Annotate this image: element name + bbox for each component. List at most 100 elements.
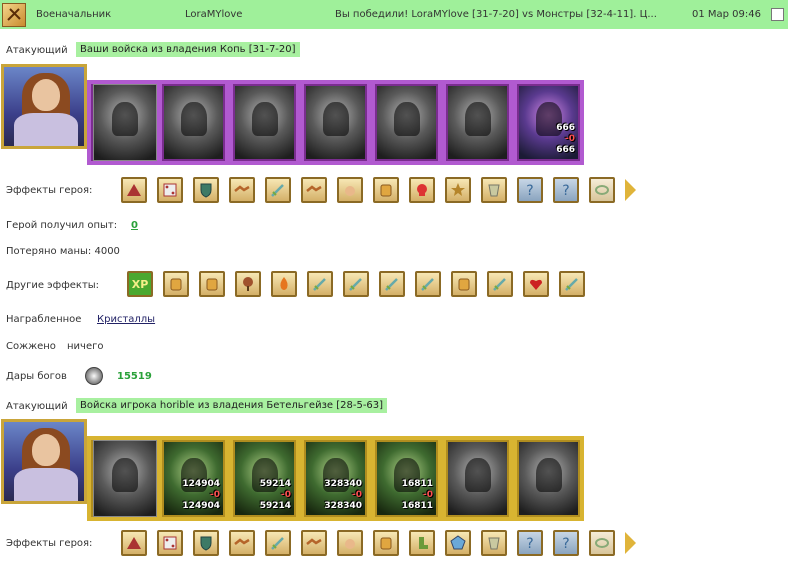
handshake-icon[interactable] xyxy=(301,177,327,203)
tent-icon[interactable] xyxy=(121,530,147,556)
sword-icon[interactable] xyxy=(307,271,333,297)
svg-text:?: ? xyxy=(526,183,533,199)
svg-text:?: ? xyxy=(562,183,569,199)
scroll-icon[interactable] xyxy=(373,530,399,556)
unit-losses: -0 xyxy=(423,490,433,500)
handshake-icon[interactable] xyxy=(301,530,327,556)
player-name[interactable]: LoraMYlove xyxy=(185,9,242,20)
gifts-label: Дары богов xyxy=(6,371,67,382)
sword-icon[interactable] xyxy=(487,271,513,297)
scroll-icon[interactable] xyxy=(373,177,399,203)
star-icon[interactable] xyxy=(445,177,471,203)
question-icon[interactable]: ? xyxy=(517,530,543,556)
armor-icon[interactable] xyxy=(481,530,507,556)
exp-value[interactable]: 0 xyxy=(131,220,138,231)
sword-icon[interactable] xyxy=(265,530,291,556)
hero-portrait[interactable] xyxy=(1,419,87,504)
other-effects-label: Другие эффекты: xyxy=(6,280,100,291)
handshake-icon[interactable] xyxy=(229,177,255,203)
hero-effects: ?? xyxy=(121,177,636,203)
loot-value[interactable]: Кристаллы xyxy=(97,314,155,325)
sword-icon[interactable] xyxy=(343,271,369,297)
scroll-icon[interactable] xyxy=(199,271,225,297)
unit-portrait xyxy=(377,86,436,159)
sword-icon[interactable] xyxy=(559,271,585,297)
unit-portrait: 124904 -0 124904 xyxy=(164,442,223,515)
shield-icon[interactable] xyxy=(193,530,219,556)
unit-slot[interactable] xyxy=(442,436,513,521)
scroll-right-icon[interactable] xyxy=(625,179,636,201)
unit-slot[interactable]: 124904 -0 124904 xyxy=(158,436,229,521)
burned-value: ничего xyxy=(67,341,104,352)
unit-losses: -0 xyxy=(565,134,575,144)
xp-icon[interactable]: XP xyxy=(127,271,153,297)
unit-slot[interactable] xyxy=(371,80,442,165)
question-icon[interactable]: ? xyxy=(553,530,579,556)
armor-icon[interactable] xyxy=(481,177,507,203)
unit-slot[interactable] xyxy=(93,440,157,517)
unit-slot[interactable]: 666 -0 666 xyxy=(513,80,584,165)
sword-icon[interactable] xyxy=(379,271,405,297)
unit-count-after: 16811 xyxy=(401,501,433,511)
unit-slot[interactable] xyxy=(229,80,300,165)
unit-portrait xyxy=(306,86,365,159)
unit-portrait xyxy=(448,86,507,159)
unit-portrait xyxy=(448,442,507,515)
dice-icon[interactable] xyxy=(157,177,183,203)
unit-portrait xyxy=(235,86,294,159)
hand-icon[interactable] xyxy=(337,530,363,556)
unit-portrait: 666 -0 666 xyxy=(519,86,578,159)
attacker-label: Атакующий xyxy=(6,45,68,56)
unit-slot[interactable]: 328340 -0 328340 xyxy=(300,436,371,521)
unit-count: 124904 -0 124904 xyxy=(182,479,220,512)
hero-portrait[interactable] xyxy=(1,64,87,149)
unit-portrait xyxy=(164,86,223,159)
unit-count-after: 328340 xyxy=(324,501,362,511)
scroll-icon[interactable] xyxy=(163,271,189,297)
unit-count-after: 59214 xyxy=(259,501,291,511)
unit-slot[interactable] xyxy=(158,80,229,165)
unit-portrait: 59214 -0 59214 xyxy=(235,442,294,515)
unit-slot[interactable]: 59214 -0 59214 xyxy=(229,436,300,521)
scroll-right-icon[interactable] xyxy=(625,532,636,554)
unit-slot[interactable] xyxy=(442,80,513,165)
tree-icon[interactable] xyxy=(235,271,261,297)
question-icon[interactable]: ? xyxy=(553,177,579,203)
unit-slot[interactable] xyxy=(300,80,371,165)
unit-slot[interactable]: 16811 -0 16811 xyxy=(371,436,442,521)
unit-count-before: 59214 xyxy=(259,479,291,489)
burned-label: Сожжено xyxy=(6,341,56,352)
unit-portrait: 328340 -0 328340 xyxy=(306,442,365,515)
select-checkbox[interactable] xyxy=(771,8,784,21)
unit-count-before: 328340 xyxy=(324,479,362,489)
sword-icon[interactable] xyxy=(415,271,441,297)
unit-count-before: 124904 xyxy=(182,479,220,489)
unit-losses: -0 xyxy=(210,490,220,500)
pentagon-icon[interactable] xyxy=(445,530,471,556)
hand-icon[interactable] xyxy=(337,177,363,203)
heart-icon[interactable] xyxy=(523,271,549,297)
ring-icon[interactable] xyxy=(589,530,615,556)
tent-icon[interactable] xyxy=(121,177,147,203)
dice-icon[interactable] xyxy=(157,530,183,556)
battle-result[interactable]: Вы победили! LoraMYlove [31-7-20] vs Мон… xyxy=(335,9,657,20)
role-label: Военачальник xyxy=(36,9,112,20)
other-effects: XP xyxy=(127,271,595,297)
battle-report-icon[interactable] xyxy=(2,2,26,27)
handshake-icon[interactable] xyxy=(229,530,255,556)
loot-label: Награбленное xyxy=(6,314,82,325)
unit-losses: -0 xyxy=(281,490,291,500)
unit-slot[interactable] xyxy=(93,84,157,161)
hero-effects: ?? xyxy=(121,530,636,556)
boot-icon[interactable] xyxy=(409,530,435,556)
top-bar: Военачальник LoraMYlove Вы победили! Lor… xyxy=(0,0,788,29)
question-icon[interactable]: ? xyxy=(517,177,543,203)
gods-gift-icon xyxy=(85,367,103,385)
skull-icon[interactable] xyxy=(409,177,435,203)
unit-slot[interactable] xyxy=(513,436,584,521)
ring-icon[interactable] xyxy=(589,177,615,203)
fire-icon[interactable] xyxy=(271,271,297,297)
scroll-icon[interactable] xyxy=(451,271,477,297)
shield-icon[interactable] xyxy=(193,177,219,203)
sword-icon[interactable] xyxy=(265,177,291,203)
